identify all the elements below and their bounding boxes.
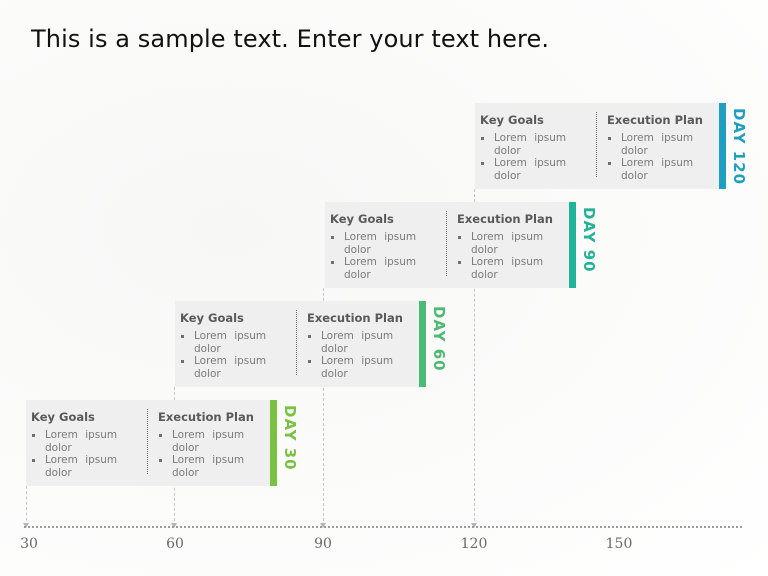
timeline-axis — [24, 526, 742, 528]
list-item: Lorem ipsum dolor — [457, 256, 546, 281]
key-goals-heading: Key Goals — [180, 311, 244, 325]
column-divider — [147, 409, 148, 474]
key-goals-heading: Key Goals — [330, 212, 394, 226]
execution-plan-heading: Execution Plan — [158, 410, 254, 424]
list-item: Lorem ipsum dolor — [330, 256, 419, 281]
execution-plan-list: Lorem ipsum dolor Lorem ipsum dolor — [307, 330, 427, 380]
execution-plan-list: Lorem ipsum dolor Lorem ipsum dolor — [607, 132, 727, 182]
list-item: Lorem ipsum dolor — [480, 132, 569, 157]
execution-plan-section: Execution Plan Lorem ipsum dolor Lorem i… — [158, 410, 278, 479]
axis-tick-label: 90 — [314, 536, 332, 552]
guide-line-30 — [23, 486, 29, 528]
milestone-card-day-90: Key Goals Lorem ipsum dolor Lorem ipsum … — [325, 202, 598, 288]
execution-plan-heading: Execution Plan — [457, 212, 553, 226]
day-label: DAY 60 — [430, 306, 448, 372]
execution-plan-heading: Execution Plan — [607, 113, 703, 127]
key-goals-section: Key Goals Lorem ipsum dolor Lorem ipsum … — [31, 410, 151, 479]
key-goals-heading: Key Goals — [31, 410, 95, 424]
execution-plan-list: Lorem ipsum dolor Lorem ipsum dolor — [158, 429, 278, 479]
execution-plan-list: Lorem ipsum dolor Lorem ipsum dolor — [457, 231, 577, 281]
list-item: Lorem ipsum dolor — [180, 355, 269, 380]
day-label: DAY 30 — [281, 405, 299, 471]
list-item: Lorem ipsum dolor — [31, 429, 120, 454]
list-item: Lorem ipsum dolor — [307, 330, 396, 355]
column-divider — [446, 211, 447, 276]
accent-bar — [419, 301, 426, 387]
execution-plan-section: Execution Plan Lorem ipsum dolor Lorem i… — [607, 113, 727, 182]
list-item: Lorem ipsum dolor — [31, 454, 120, 479]
column-divider — [296, 310, 297, 375]
milestone-card-day-120: Key Goals Lorem ipsum dolor Lorem ipsum … — [475, 103, 748, 189]
key-goals-heading: Key Goals — [480, 113, 544, 127]
list-item: Lorem ipsum dolor — [480, 157, 569, 182]
accent-bar — [569, 202, 576, 288]
list-item: Lorem ipsum dolor — [158, 454, 247, 479]
day-label: DAY 120 — [730, 108, 748, 186]
list-item: Lorem ipsum dolor — [158, 429, 247, 454]
key-goals-list: Lorem ipsum dolor Lorem ipsum dolor — [330, 231, 450, 281]
axis-tick-label: 150 — [605, 536, 633, 552]
column-divider — [596, 112, 597, 177]
execution-plan-section: Execution Plan Lorem ipsum dolor Lorem i… — [457, 212, 577, 281]
list-item: Lorem ipsum dolor — [307, 355, 396, 380]
key-goals-list: Lorem ipsum dolor Lorem ipsum dolor — [31, 429, 151, 479]
list-item: Lorem ipsum dolor — [330, 231, 419, 256]
milestone-card-day-60: Key Goals Lorem ipsum dolor Lorem ipsum … — [175, 301, 448, 387]
execution-plan-heading: Execution Plan — [307, 311, 403, 325]
accent-bar — [270, 400, 277, 486]
axis-tick-label: 30 — [20, 536, 38, 552]
milestone-card-day-30: Key Goals Lorem ipsum dolor Lorem ipsum … — [26, 400, 299, 486]
list-item: Lorem ipsum dolor — [180, 330, 269, 355]
execution-plan-section: Execution Plan Lorem ipsum dolor Lorem i… — [307, 311, 427, 380]
axis-tick-label: 60 — [166, 536, 184, 552]
list-item: Lorem ipsum dolor — [607, 157, 696, 182]
day-label: DAY 90 — [580, 207, 598, 273]
slide-title: This is a sample text. Enter your text h… — [31, 25, 550, 53]
list-item: Lorem ipsum dolor — [457, 231, 546, 256]
list-item: Lorem ipsum dolor — [607, 132, 696, 157]
key-goals-list: Lorem ipsum dolor Lorem ipsum dolor — [480, 132, 600, 182]
key-goals-list: Lorem ipsum dolor Lorem ipsum dolor — [180, 330, 300, 380]
key-goals-section: Key Goals Lorem ipsum dolor Lorem ipsum … — [330, 212, 450, 281]
key-goals-section: Key Goals Lorem ipsum dolor Lorem ipsum … — [180, 311, 300, 380]
axis-tick-label: 120 — [460, 536, 488, 552]
key-goals-section: Key Goals Lorem ipsum dolor Lorem ipsum … — [480, 113, 600, 182]
accent-bar — [719, 103, 726, 189]
